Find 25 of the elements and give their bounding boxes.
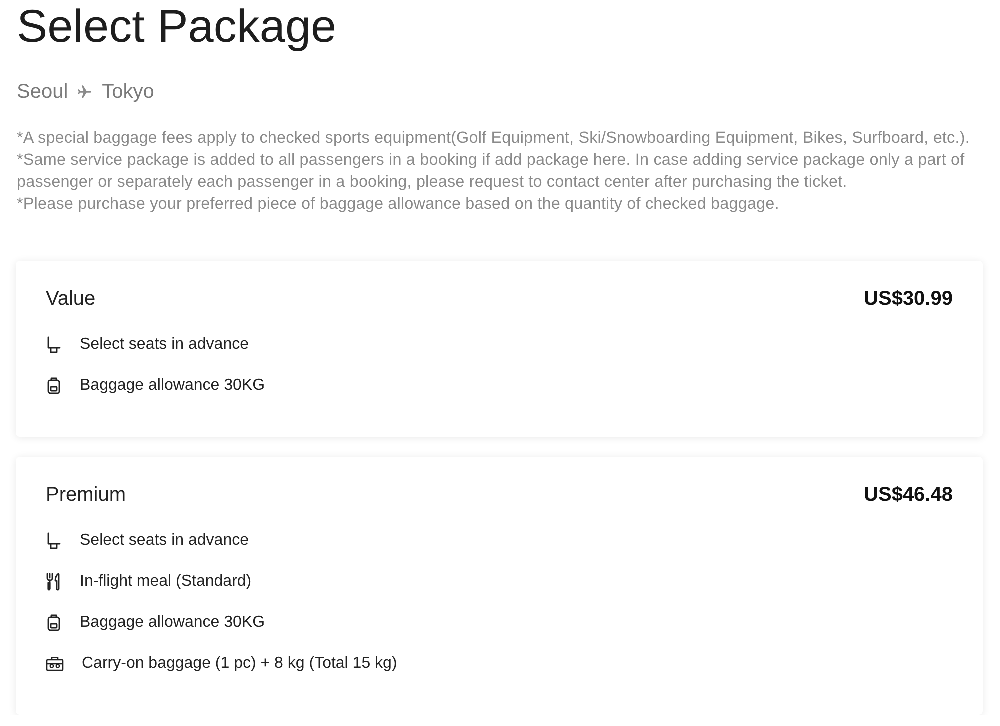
briefcase-icon <box>46 656 64 672</box>
seat-icon <box>46 336 62 354</box>
note-text: *A special baggage fees apply to checked sports equipment(Golf Equipment, Ski/Snowboarding Equipment, Bikes, Surfboard, etc.). <box>17 128 971 149</box>
package-price: US$30.99 <box>864 287 953 311</box>
feature-text: Select seats in advance <box>80 335 249 355</box>
origin-city: Seoul <box>17 80 68 104</box>
page-title: Select Package <box>16 0 337 53</box>
seat-icon <box>46 532 62 550</box>
luggage-icon <box>46 614 62 632</box>
note-text: *Please purchase your preferred piece of baggage allowance based on the quantity of checked baggage. <box>17 194 780 215</box>
note-text: *Same service package is added to all passengers in a booking if add package here. In case adding service package only a part of passenger or separately each passenger in a booking, please request to contact center after purchasing the ticket. <box>17 150 966 193</box>
package-card[interactable]: Premium US$46.48 Select seats in advance In-flight meal (Standard) Baggage allowance 30KG Carry-on baggage (1 pc) + 8 kg (Total 15 kg) <box>16 457 983 715</box>
feature-text: Baggage allowance 30KG <box>80 376 266 396</box>
destination-city: Tokyo <box>102 80 154 104</box>
airplane-icon <box>77 84 94 100</box>
fork-knife-icon <box>46 573 62 591</box>
feature-text: Carry-on baggage (1 pc) + 8 kg (Total 15 kg) <box>82 654 398 674</box>
package-name: Premium <box>46 483 126 507</box>
package-name: Value <box>46 287 96 311</box>
feature-text: In-flight meal (Standard) <box>80 572 252 592</box>
luggage-icon <box>46 377 62 395</box>
package-card[interactable]: Value US$30.99 Select seats in advance Baggage allowance 30KG <box>16 261 983 437</box>
feature-text: Select seats in advance <box>80 531 249 551</box>
package-price: US$46.48 <box>864 483 953 507</box>
feature-text: Baggage allowance 30KG <box>80 613 266 633</box>
